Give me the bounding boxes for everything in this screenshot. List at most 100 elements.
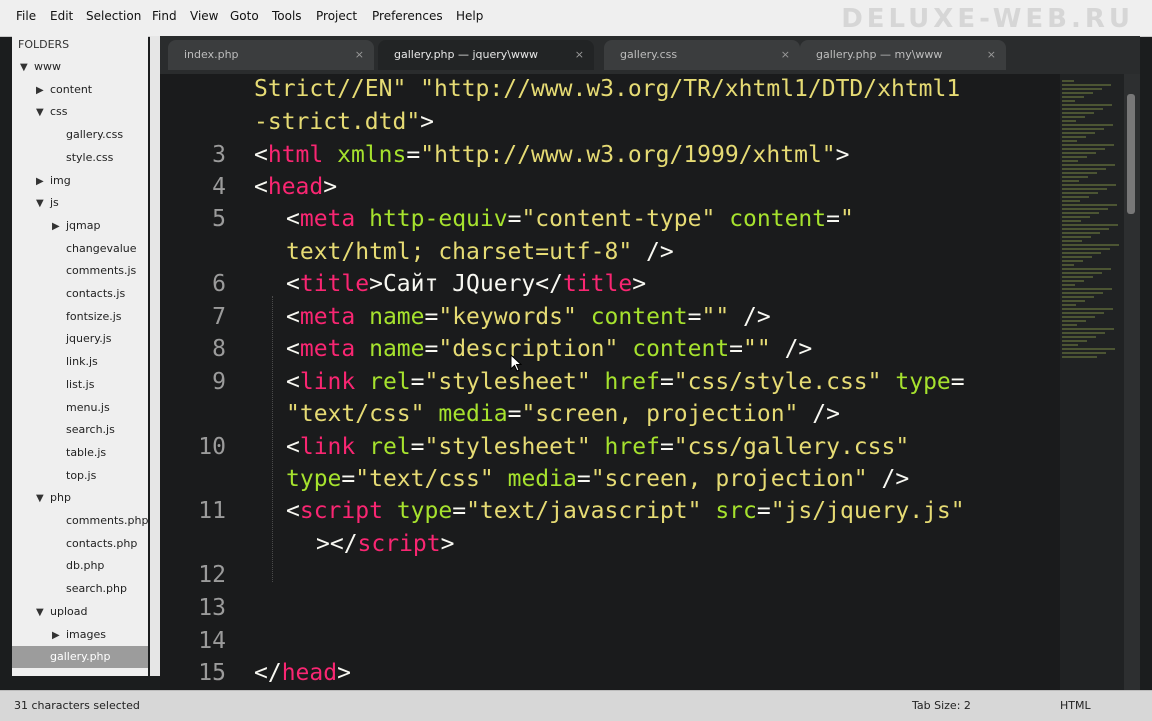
- code-token: type: [396, 498, 453, 524]
- sidebar-item-gallery-css[interactable]: gallery.css: [12, 124, 148, 146]
- scrollbar-thumb[interactable]: [1127, 94, 1135, 214]
- sidebar-item-top-js[interactable]: top.js: [12, 465, 148, 487]
- minimap-line: [1062, 336, 1096, 338]
- minimap[interactable]: [1060, 74, 1124, 690]
- close-icon[interactable]: ×: [575, 40, 584, 70]
- mouse-cursor-icon: [510, 354, 522, 372]
- code-line: -strict.dtd">: [254, 109, 434, 135]
- code-token: type: [895, 369, 951, 395]
- minimap-line: [1062, 168, 1106, 170]
- indent-guide: [272, 296, 273, 582]
- menu-find[interactable]: Find: [152, 9, 177, 23]
- sidebar-item-jquery-js[interactable]: jquery.js: [12, 328, 148, 350]
- sidebar-item-label: style.css: [66, 150, 114, 164]
- code-line: type="text/css" media="screen, projectio…: [286, 466, 909, 492]
- code-token: "js/jquery.js": [770, 498, 965, 524]
- sidebar-item-search-js[interactable]: search.js: [12, 419, 148, 441]
- sidebar-item-fontsize-js[interactable]: fontsize.js: [12, 306, 148, 328]
- minimap-line: [1062, 176, 1088, 178]
- code-editor[interactable]: 3 4 5 6 7 8 9 10 11 12 13 14 15 Strict//…: [160, 74, 1060, 690]
- sidebar-item-db-php[interactable]: db.php: [12, 555, 148, 577]
- code-line: <title>Сайт JQuery</title>: [286, 271, 646, 297]
- close-icon[interactable]: ×: [781, 40, 790, 70]
- tab-gallery-css[interactable]: gallery.css ×: [604, 40, 800, 70]
- sidebar-item-contacts-php[interactable]: contacts.php: [12, 533, 148, 555]
- sidebar-item-style-css[interactable]: style.css: [12, 147, 148, 169]
- minimap-line: [1062, 304, 1076, 306]
- chevron-right-icon: ▶: [36, 84, 44, 96]
- sidebar-item-php[interactable]: ▼ php: [12, 487, 148, 509]
- code-token: <: [286, 271, 300, 297]
- menu-goto[interactable]: Goto: [230, 9, 259, 23]
- menu-file[interactable]: File: [16, 9, 36, 23]
- code-token: <: [286, 206, 300, 232]
- sidebar-item-changevalue[interactable]: changevalue: [12, 238, 148, 260]
- menu-preferences[interactable]: Preferences: [372, 9, 443, 23]
- code-token: http-equiv: [369, 206, 508, 232]
- tab-size-status[interactable]: Tab Size: 2: [912, 699, 971, 712]
- code-token: "text/javascript": [466, 498, 702, 524]
- sidebar-item-js[interactable]: ▼ js: [12, 192, 148, 214]
- code-token: link: [299, 369, 356, 395]
- code-token: <: [286, 498, 300, 524]
- line-gutter: 3 4 5 6 7 8 9 10 11 12 13 14 15: [160, 74, 230, 690]
- code-token: title: [562, 271, 633, 297]
- menu-view[interactable]: View: [190, 9, 218, 23]
- menu-edit[interactable]: Edit: [50, 9, 73, 23]
- sidebar-item-table-js[interactable]: table.js: [12, 442, 148, 464]
- sidebar-item-gallery-php[interactable]: gallery.php: [12, 646, 148, 669]
- menu-selection[interactable]: Selection: [86, 9, 141, 23]
- menu-tools[interactable]: Tools: [272, 9, 302, 23]
- sidebar-item-menu-js[interactable]: menu.js: [12, 397, 148, 419]
- code-token: "http://www.w3.org/1999/xhtml": [420, 142, 836, 168]
- selection-status: 31 characters selected: [14, 699, 140, 712]
- code-token: =: [341, 466, 356, 492]
- line-number: 12: [198, 562, 226, 588]
- close-icon[interactable]: ×: [987, 40, 996, 70]
- code-token: href: [604, 369, 660, 395]
- line-number: 13: [198, 595, 226, 621]
- syntax-status[interactable]: HTML: [1060, 699, 1091, 712]
- minimap-line: [1062, 100, 1075, 102]
- code-token: "text/css": [355, 466, 494, 492]
- sidebar-item-content[interactable]: ▶ content: [12, 79, 148, 101]
- chevron-right-icon: ▶: [36, 175, 44, 187]
- code-token: head: [281, 660, 338, 686]
- minimap-line: [1062, 264, 1074, 266]
- sidebar-item-label: comments.php: [66, 514, 149, 527]
- code-token: =: [424, 304, 439, 330]
- sidebar-item-label: search.php: [66, 582, 127, 596]
- sidebar-item-contacts-js[interactable]: contacts.js: [12, 283, 148, 305]
- sidebar-item-list-js[interactable]: list.js: [12, 374, 148, 396]
- code-token: />: [632, 239, 674, 265]
- minimap-line: [1062, 108, 1103, 110]
- minimap-line: [1062, 316, 1095, 318]
- code-token: />: [770, 336, 813, 362]
- tab-gallery-php-jquery[interactable]: gallery.php — jquery\www ×: [378, 40, 594, 70]
- tab-gallery-php-my[interactable]: gallery.php — my\www ×: [800, 40, 1006, 70]
- sidebar-item-comments-php[interactable]: comments.php: [12, 510, 148, 532]
- minimap-line: [1062, 144, 1114, 146]
- sidebar-item-jqmap[interactable]: ▶ jqmap: [12, 215, 148, 237]
- sidebar-item-comments-js[interactable]: comments.js: [12, 260, 148, 282]
- editor-scrollbar[interactable]: [1124, 74, 1140, 690]
- minimap-line: [1062, 344, 1078, 346]
- line-number: 7: [212, 304, 226, 330]
- sidebar-item-upload[interactable]: ▼ upload: [12, 601, 148, 623]
- minimap-line: [1062, 208, 1108, 210]
- close-icon[interactable]: ×: [355, 40, 364, 70]
- sidebar-item-link-js[interactable]: link.js: [12, 351, 148, 373]
- menu-help[interactable]: Help: [456, 9, 483, 23]
- menu-project[interactable]: Project: [316, 9, 357, 23]
- line-number: 11: [198, 498, 226, 524]
- sidebar-item-search-php[interactable]: search.php: [12, 578, 148, 600]
- minimap-line: [1062, 252, 1101, 254]
- minimap-line: [1062, 240, 1082, 242]
- sidebar-item-img[interactable]: ▶ img: [12, 170, 148, 192]
- sidebar-item-www[interactable]: ▼ www: [12, 56, 148, 78]
- sidebar-item-images[interactable]: ▶ images: [12, 624, 148, 646]
- tab-index-php[interactable]: index.php ×: [168, 40, 374, 70]
- sidebar-scrollbar[interactable]: [150, 36, 160, 676]
- sidebar-item-css[interactable]: ▼ css: [12, 101, 148, 123]
